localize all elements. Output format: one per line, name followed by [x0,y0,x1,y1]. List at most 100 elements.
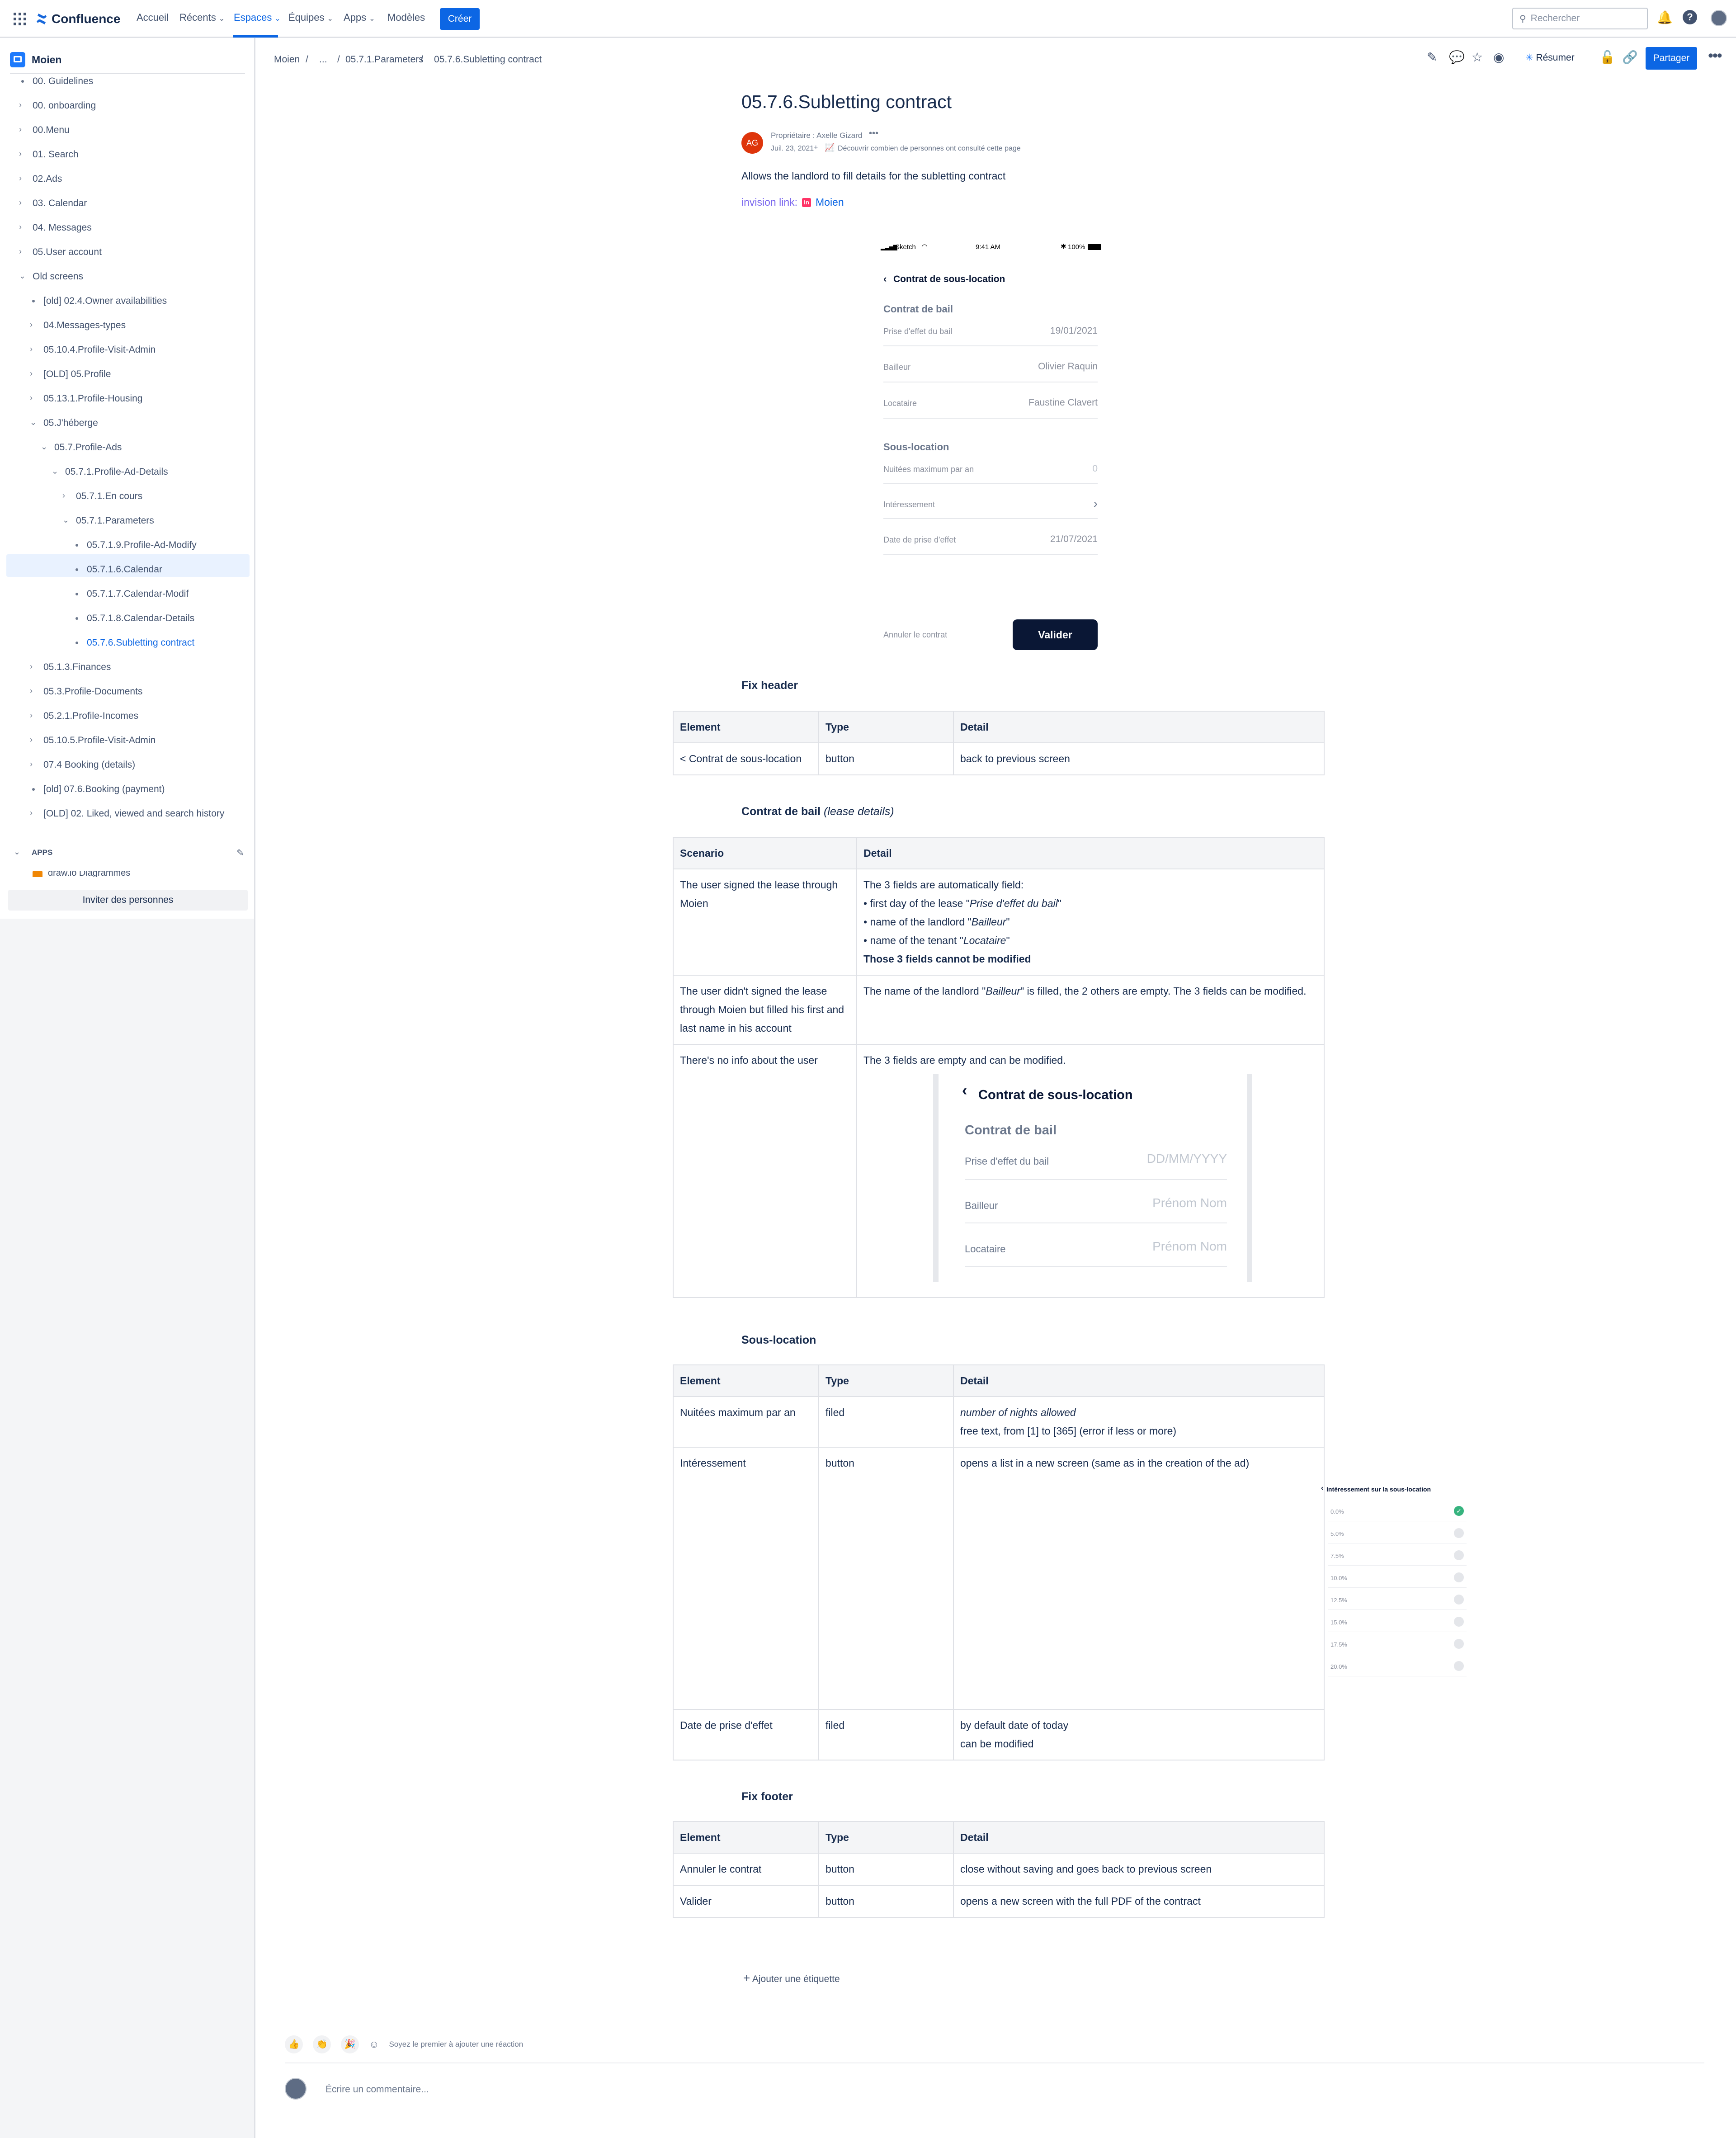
comment-icon[interactable]: 💬 [1449,50,1465,65]
picker-option-label[interactable]: 15.0% [1330,1619,1347,1626]
breadcrumb-item[interactable]: 05.7.6.Subletting contract [434,54,542,65]
bullet-icon[interactable] [75,544,78,547]
invite-button[interactable]: Inviter des personnes [8,890,248,911]
create-button[interactable]: Créer [440,8,480,30]
chevron-right-icon[interactable]: › [19,198,22,208]
radio-icon[interactable] [1454,1550,1464,1560]
chevron-right-icon[interactable]: › [30,735,33,745]
sidebar-tree-item[interactable]: › 05.10.4.Profile-Visit-Admin [30,345,156,355]
sidebar-tree-item[interactable]: › 00. onboarding [19,100,96,111]
chevron-right-icon[interactable]: › [19,222,22,232]
back-icon[interactable]: ‹ [1321,1484,1323,1492]
sidebar-tree-item[interactable]: › 03. Calendar [19,198,87,209]
more-actions-icon[interactable]: ••• [1708,47,1722,65]
chevron-down-icon[interactable]: ⌄ [14,847,20,857]
picker-option-label[interactable]: 10.0% [1330,1575,1347,1581]
radio-icon[interactable] [1454,1595,1464,1605]
sidebar-tree-item[interactable]: › 00.Menu [19,125,70,136]
invision-link[interactable]: Moien [816,196,844,208]
sidebar-tree-item[interactable]: › 01. Search [19,149,79,160]
chevron-right-icon[interactable]: › [1094,496,1098,511]
chevron-right-icon[interactable]: › [30,711,33,720]
field-value[interactable]: 19/01/2021 [1050,326,1098,336]
edit-icon[interactable]: ✎ [236,847,244,859]
page-owner[interactable]: Propriétaire : Axelle Gizard [771,131,862,140]
bullet-icon[interactable] [75,568,78,571]
chevron-right-icon[interactable]: › [19,247,22,256]
sidebar-tree-item[interactable]: › 02.Ads [19,174,62,184]
sidebar-tree-item[interactable]: › 07.4 Booking (details) [30,760,135,770]
picker-option-label[interactable]: 17.5% [1330,1641,1347,1648]
sidebar-tree-item[interactable]: 00. Guidelines [21,76,93,87]
picker-option-label[interactable]: 5.0% [1330,1530,1344,1537]
sidebar-tree-item[interactable]: 05.7.1.9.Profile-Ad-Modify [75,540,197,551]
picker-title[interactable]: Intéressement sur la sous-location [1326,1486,1431,1493]
comment-input[interactable]: Écrire un commentaire... [326,2084,429,2095]
watch-eye-icon[interactable]: ◉ [1493,50,1504,65]
sidebar-tree-item[interactable]: › 04.Messages-types [30,320,126,331]
nav-recents[interactable]: Récents ⌄ [179,12,225,24]
sidebar-tree-item[interactable]: › 05.1.3.Finances [30,662,111,673]
copy-link-icon[interactable]: 🔗 [1622,50,1638,65]
sidebar-tree-item[interactable]: ⌄ Old screens [19,271,83,282]
sidebar-tree-item[interactable]: [old] 07.6.Booking (payment) [32,784,165,795]
sidebar-tree-item[interactable]: 05.7.1.7.Calendar-Modif [75,589,189,599]
chevron-right-icon[interactable]: › [19,100,22,110]
radio-icon[interactable] [1454,1661,1464,1671]
picker-option-label[interactable]: 12.5% [1330,1597,1347,1604]
star-icon[interactable]: ☆ [1472,50,1483,65]
confluence-logo[interactable]: Confluence [35,10,120,28]
apps-item[interactable]: draw.io Diagrammes [33,871,130,877]
embed-title[interactable]: Contrat de sous-location [978,1086,1133,1104]
bullet-icon[interactable] [75,593,78,595]
chevron-down-icon[interactable]: ⌄ [19,271,26,281]
chevron-down-icon[interactable]: ⌄ [41,442,47,452]
chevron-right-icon[interactable]: › [30,369,33,378]
field-value[interactable]: Olivier Raquin [1038,361,1098,372]
chevron-down-icon[interactable]: ⌄ [62,515,69,525]
bullet-icon[interactable] [32,788,35,791]
radio-icon[interactable] [1454,1528,1464,1538]
checked-radio-icon[interactable]: ✓ [1454,1506,1464,1516]
chevron-right-icon[interactable]: › [19,125,22,134]
radio-icon[interactable] [1454,1572,1464,1582]
page-views[interactable]: Découvrir combien de personnes ont consu… [838,145,1021,153]
app-switcher-icon[interactable] [14,13,26,25]
field-value[interactable]: 0 [1092,463,1098,474]
chevron-right-icon[interactable]: › [30,760,33,769]
sidebar-tree-item[interactable]: › 05.3.Profile-Documents [30,686,142,697]
add-reaction-icon[interactable]: ☺ [369,2039,379,2050]
radio-icon[interactable] [1454,1639,1464,1649]
share-button[interactable]: Partager [1646,47,1697,70]
chevron-right-icon[interactable]: › [30,662,33,671]
header-title[interactable]: Contrat de sous-location [893,274,1005,285]
chevron-right-icon[interactable]: › [19,174,22,183]
chevron-right-icon[interactable]: › [19,149,22,159]
nav-espaces[interactable]: Espaces ⌄ [234,12,281,24]
add-label-button[interactable]: + Ajouter une étiquette [743,1971,840,1985]
embed-placeholder[interactable]: Prénom Nom [1152,1237,1227,1255]
sidebar-tree-item[interactable]: ⌄ 05.7.1.Parameters [62,515,154,526]
chevron-right-icon[interactable]: › [30,345,33,354]
space-header[interactable]: Moien [10,51,61,69]
sidebar-tree-item[interactable]: ⌄ 05.7.1.Profile-Ad-Details [52,467,168,477]
chevron-right-icon[interactable]: › [30,808,33,818]
embed-placeholder[interactable]: Prénom Nom [1152,1194,1227,1212]
chevron-down-icon[interactable]: ⌄ [30,418,37,427]
picker-option-label[interactable]: 0.0% [1330,1508,1344,1515]
picker-option-label[interactable]: 7.5% [1330,1553,1344,1559]
sidebar-tree-item[interactable]: 05.7.1.8.Calendar-Details [75,613,194,624]
breadcrumb-item[interactable]: 05.7.1.Parameters [345,54,424,65]
breadcrumb-item[interactable]: ... [319,54,327,65]
chevron-down-icon[interactable]: ⌄ [52,467,58,476]
bullet-icon[interactable] [75,642,78,644]
user-avatar[interactable] [1711,10,1727,26]
help-icon[interactable]: ? [1683,10,1697,24]
sidebar-tree-item[interactable]: ⌄ 05.J'héberge [30,418,98,429]
field-value[interactable]: 21/07/2021 [1050,534,1098,545]
back-icon[interactable]: ‹ [962,1081,967,1100]
picker-option-label[interactable]: 20.0% [1330,1663,1347,1670]
radio-icon[interactable] [1454,1617,1464,1627]
bullet-icon[interactable] [75,617,78,620]
party-icon[interactable]: 🎉 [341,2035,359,2053]
